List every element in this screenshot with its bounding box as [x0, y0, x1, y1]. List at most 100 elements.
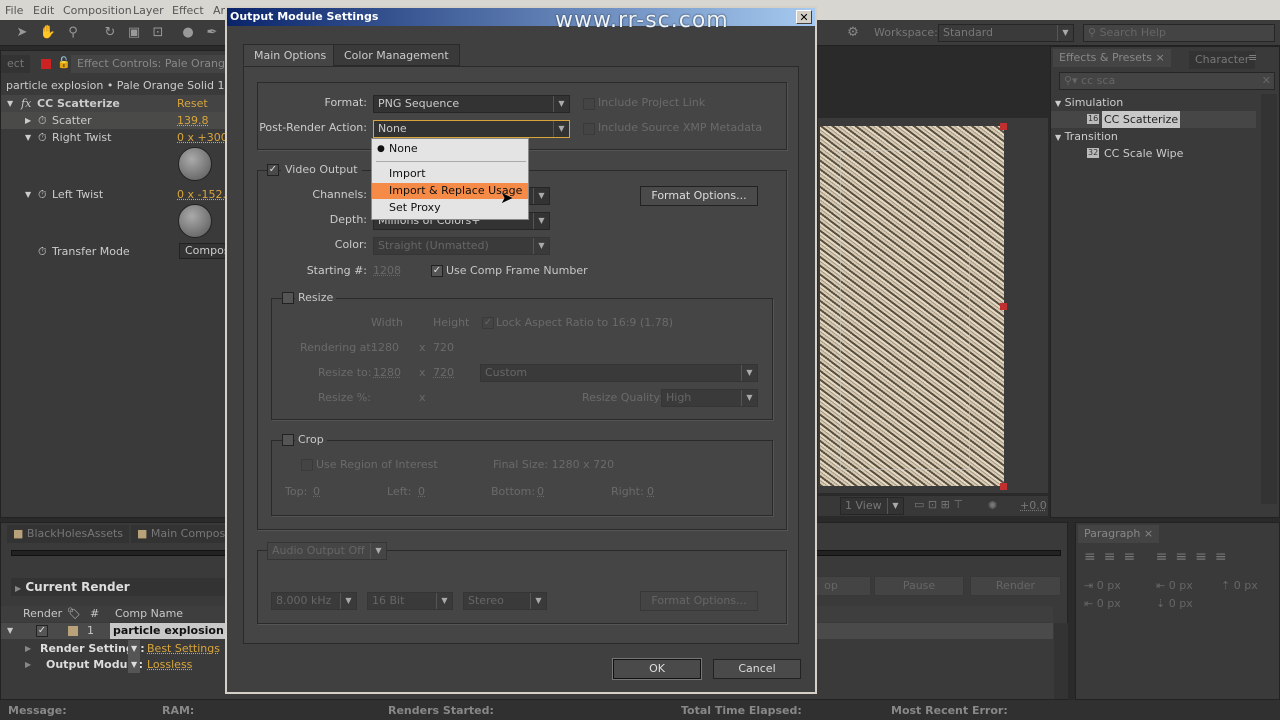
tab-effects-presets[interactable]: Effects & Presets × [1053, 49, 1171, 67]
tab-character[interactable]: Character [1189, 51, 1256, 69]
tab-color-management[interactable]: Color Management [333, 44, 460, 66]
indent-first-value[interactable]: ⇤ 0 px [1156, 579, 1193, 592]
audio-output-select[interactable]: Audio Output Off ▼ [267, 542, 387, 560]
resize-preset-select[interactable]: Custom ▼ [480, 364, 758, 382]
resize-quality-select[interactable]: High ▼ [661, 389, 758, 407]
resize-width[interactable]: 1280 [373, 366, 401, 379]
lock-aspect-checkbox[interactable]: ✓ [482, 317, 494, 329]
current-render-header[interactable]: ▶ Current Render [11, 578, 226, 596]
param-value-left-twist[interactable]: 0 x -152. [177, 186, 226, 203]
collapse-triangle-icon[interactable]: ▼ [7, 95, 13, 112]
rotate-tool-icon[interactable]: ↻ [100, 23, 120, 43]
ok-button[interactable]: OK [612, 658, 702, 680]
scrollbar[interactable] [1261, 94, 1277, 504]
selection-tool-icon[interactable]: ➤ [12, 23, 32, 43]
collapse-triangle-icon[interactable]: ▼ [25, 129, 31, 146]
stopwatch-icon[interactable]: ⏱ [38, 129, 47, 146]
layer-handle[interactable] [1000, 123, 1007, 130]
cancel-button[interactable]: Cancel [713, 659, 801, 679]
collapse-triangle-icon[interactable]: ▼ [25, 186, 31, 203]
sample-rate-select[interactable]: 8.000 kHz ▼ [271, 592, 357, 610]
crop-left-value[interactable]: 0 [418, 485, 425, 498]
menu-effect[interactable]: Effect [172, 4, 204, 17]
tree-item-cc-scatterize[interactable]: 16 CC Scatterize [1051, 111, 1256, 128]
audio-format-options-button[interactable]: Format Options... [640, 591, 758, 611]
use-comp-frame-checkbox[interactable]: ✓ [431, 265, 443, 277]
menu-layer[interactable]: Layer [133, 4, 164, 17]
output-module-dropdown-icon[interactable]: ▼ [128, 656, 141, 673]
stopwatch-icon[interactable]: ⏱ [38, 243, 47, 260]
menu-item-none[interactable]: ● None [372, 141, 528, 157]
format-options-button[interactable]: Format Options... [640, 186, 758, 206]
pan-behind-tool-icon[interactable]: ⊡ [148, 23, 168, 43]
menu-edit[interactable]: Edit [33, 4, 54, 17]
tab-blackholesassets[interactable]: ■ BlackHolesAssets [7, 525, 130, 543]
render-settings-dropdown-icon[interactable]: ▼ [128, 640, 141, 657]
video-output-checkbox[interactable]: ✓ [267, 164, 279, 176]
pen-tool-icon[interactable]: ✒ [202, 23, 222, 43]
param-value-right-twist[interactable]: 0 x +300. [177, 129, 231, 146]
crop-right-value[interactable]: 0 [647, 485, 654, 498]
param-value-scatter[interactable]: 139.8 [177, 112, 209, 129]
right-twist-dial[interactable] [178, 147, 212, 181]
stopwatch-icon[interactable]: ⏱ [38, 112, 47, 129]
exposure-value[interactable]: +0.0 [1020, 499, 1047, 512]
tab-project[interactable]: ect [1, 55, 31, 73]
render-button[interactable]: Render [970, 576, 1061, 596]
comp-name[interactable]: particle explosion [110, 623, 225, 639]
starting-number-value[interactable]: 1208 [373, 264, 401, 277]
layer-handle[interactable] [1000, 483, 1007, 490]
camera-tool-icon[interactable]: ▣ [124, 23, 144, 43]
column-comp-name[interactable]: Comp Name [115, 606, 183, 622]
column-number[interactable]: # [90, 606, 99, 622]
zoom-tool-icon[interactable]: ⚲ [63, 23, 83, 43]
clear-search-icon[interactable]: ✕ [1262, 73, 1271, 89]
indent-left-value[interactable]: ⇥ 0 px [1084, 579, 1121, 592]
pause-button[interactable]: Pause [874, 576, 964, 596]
crop-bottom-value[interactable]: 0 [537, 485, 544, 498]
expand-triangle-icon[interactable]: ▶ [25, 656, 31, 673]
resize-checkbox[interactable] [282, 292, 294, 304]
search-help-input[interactable]: ⚲ Search Help [1083, 24, 1275, 42]
tab-effect-controls[interactable]: Effect Controls: Pale Orange S [71, 55, 227, 73]
hand-tool-icon[interactable]: ✋ [38, 23, 58, 43]
fx-icon[interactable]: fx [21, 95, 31, 112]
audio-channels-select[interactable]: Stereo ▼ [463, 592, 547, 610]
output-module-value[interactable]: Lossless [147, 656, 192, 673]
render-settings-value[interactable]: Best Settings [147, 640, 220, 657]
menu-item-import[interactable]: Import [372, 166, 528, 182]
label-color-swatch[interactable] [68, 626, 78, 636]
tree-item-cc-scale-wipe[interactable]: 32 CC Scale Wipe [1051, 145, 1256, 162]
lock-icon[interactable]: 🔓 [57, 56, 71, 69]
expand-triangle-icon[interactable]: ▶ [25, 640, 31, 657]
use-roi-checkbox[interactable] [301, 459, 313, 471]
alignment-buttons[interactable]: ≡≡≡ ≡≡≡≡ [1084, 549, 1235, 565]
views-select[interactable]: 1 View ▼ [840, 497, 904, 515]
workspace-icon[interactable]: ⚙ [843, 23, 863, 43]
close-button[interactable]: ✕ [796, 10, 812, 24]
tab-main-options[interactable]: Main Options [243, 44, 338, 66]
stopwatch-icon[interactable]: ⏱ [38, 186, 47, 203]
left-twist-dial[interactable] [178, 204, 212, 238]
include-project-link-checkbox[interactable] [583, 98, 595, 110]
crop-checkbox[interactable] [282, 434, 294, 446]
exposure-icon[interactable]: ✺ [988, 499, 997, 512]
crop-top-value[interactable]: 0 [313, 485, 320, 498]
format-select[interactable]: PNG Sequence ▼ [373, 95, 570, 113]
tree-category-simulation[interactable]: ▼ Simulation [1055, 94, 1279, 111]
mask-tool-icon[interactable]: ● [178, 23, 198, 43]
menu-file[interactable]: File [5, 4, 23, 17]
include-xmp-checkbox[interactable] [583, 123, 595, 135]
column-render[interactable]: Render [23, 606, 62, 622]
space-after-value[interactable]: ⇣ 0 px [1156, 597, 1193, 610]
indent-right-value[interactable]: ⇤ 0 px [1084, 597, 1121, 610]
space-before-value[interactable]: ⇡ 0 px [1221, 579, 1258, 592]
color-select[interactable]: Straight (Unmatted) ▼ [373, 237, 550, 255]
menu-composition[interactable]: Composition [63, 4, 132, 17]
tab-paragraph[interactable]: Paragraph × [1078, 525, 1160, 543]
panel-menu-icon[interactable]: ≡ [1248, 51, 1257, 64]
workspace-select[interactable]: Standard ▼ [938, 24, 1074, 42]
scrollbar[interactable] [1054, 623, 1068, 699]
expand-triangle-icon[interactable]: ▶ [25, 112, 31, 129]
resize-height[interactable]: 720 [433, 366, 454, 379]
